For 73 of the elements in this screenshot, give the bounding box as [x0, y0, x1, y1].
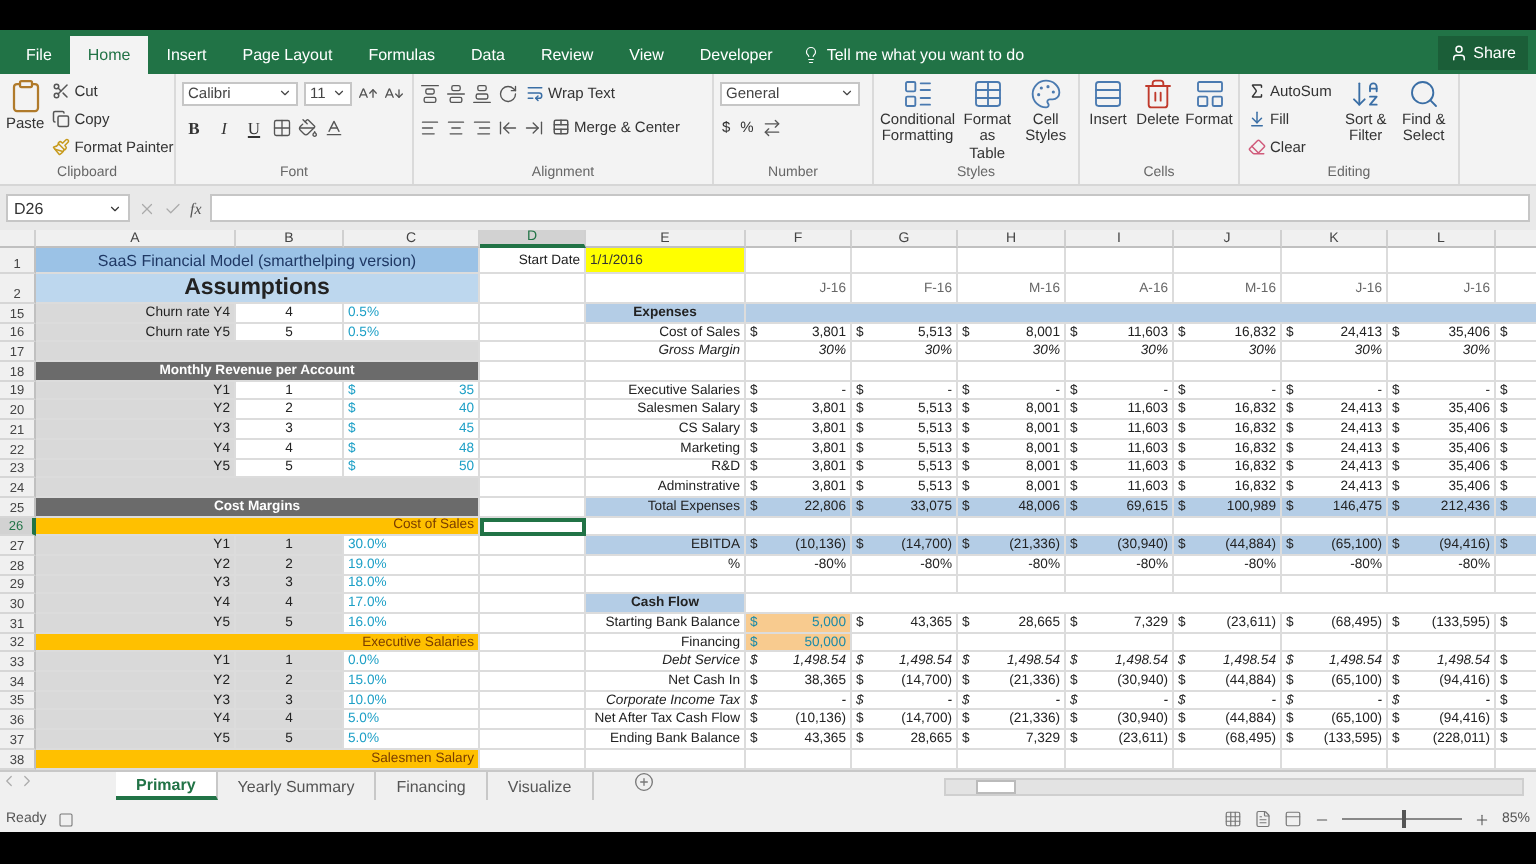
orientation-icon[interactable] — [498, 83, 518, 103]
scroll-right-icon[interactable] — [18, 772, 36, 790]
caret-icon — [840, 86, 854, 100]
grow-font-icon[interactable] — [358, 83, 378, 103]
search-icon — [1407, 78, 1440, 110]
name-box[interactable]: D26 — [6, 194, 130, 222]
ribbon-tab[interactable]: Home — [69, 36, 149, 74]
paintbrush-icon — [52, 137, 71, 155]
align-right-icon[interactable] — [472, 117, 492, 137]
zoom-slider-thumb[interactable] — [1401, 810, 1406, 828]
sheet-tab[interactable]: Financing — [376, 772, 488, 800]
panel-icon — [1193, 78, 1225, 110]
list-icon — [901, 78, 934, 110]
down-arrow-icon — [1248, 109, 1266, 127]
insert-function-button[interactable]: fx — [190, 199, 202, 217]
ribbon-tab[interactable]: Insert — [148, 36, 225, 74]
copy-icon — [52, 109, 71, 127]
formula-field[interactable] — [209, 194, 1530, 222]
zoom-in-icon[interactable] — [1473, 811, 1490, 827]
sort-icon — [1349, 78, 1382, 110]
scissors-icon — [52, 81, 71, 99]
italic-button[interactable]: I — [212, 115, 236, 139]
sheet-tab[interactable]: Yearly Summary — [217, 772, 377, 800]
caret-icon — [332, 86, 346, 100]
middle-align-icon[interactable] — [446, 83, 466, 103]
sheet-tab[interactable]: Primary — [116, 772, 218, 800]
scroll-thumb[interactable] — [976, 780, 1016, 794]
ribbon-tab[interactable]: Developer — [681, 36, 791, 74]
ribbon-tab[interactable]: View — [611, 36, 682, 74]
bottom-align-icon[interactable] — [472, 83, 492, 103]
underline-button[interactable]: U — [242, 115, 266, 139]
top-align-icon[interactable] — [420, 83, 440, 103]
scroll-left-icon[interactable] — [0, 772, 18, 790]
table-cell: SaaS Financial Model (smarthelping version) — [36, 248, 480, 274]
page-layout-icon[interactable] — [1253, 810, 1272, 828]
shrink-font-icon[interactable] — [384, 83, 404, 103]
caret-icon — [108, 201, 122, 215]
increase-indent-icon[interactable] — [524, 117, 544, 137]
share-button[interactable]: Share — [1437, 36, 1528, 70]
font-color-icon[interactable] — [324, 117, 344, 137]
ribbon-tab[interactable]: Page Layout — [224, 36, 351, 74]
clipboard-icon — [7, 78, 44, 114]
person-icon — [1449, 44, 1468, 62]
borders-icon[interactable] — [272, 117, 292, 137]
sigma-icon — [1248, 81, 1266, 99]
ribbon-tab[interactable]: Review — [522, 36, 612, 74]
add-sheet-icon[interactable] — [633, 772, 654, 792]
fill-color-icon[interactable] — [298, 117, 318, 137]
table-cell: Assumptions — [36, 274, 480, 304]
eraser-icon — [1248, 137, 1266, 155]
record-macro-icon[interactable] — [58, 811, 75, 827]
decimal-places-icon[interactable] — [761, 117, 782, 137]
caret-icon — [278, 86, 292, 100]
align-left-icon[interactable] — [420, 117, 440, 137]
ribbon-tab[interactable]: File — [8, 36, 70, 74]
merge-cells-icon — [552, 118, 570, 136]
table-icon — [971, 78, 1004, 110]
page-break-icon[interactable] — [1283, 810, 1302, 828]
rows-icon — [1092, 78, 1124, 110]
align-center-icon[interactable] — [446, 117, 466, 137]
trash-icon — [1142, 78, 1174, 110]
sheet-tab[interactable]: Visualize — [487, 772, 594, 800]
decrease-indent-icon[interactable] — [498, 117, 518, 137]
ribbon-tab[interactable]: Formulas — [350, 36, 454, 74]
selected-cell[interactable] — [480, 517, 586, 537]
cancel-icon[interactable] — [138, 199, 156, 217]
bold-button[interactable]: B — [182, 115, 206, 139]
tell-me-field[interactable]: Tell me what you want to do — [826, 46, 1025, 64]
horizontal-scrollbar[interactable] — [944, 778, 1524, 796]
wrap-text-icon — [526, 84, 544, 102]
normal-view-icon[interactable] — [1223, 810, 1242, 828]
ribbon-tab[interactable]: Data — [453, 36, 523, 74]
palette-icon — [1029, 78, 1062, 110]
